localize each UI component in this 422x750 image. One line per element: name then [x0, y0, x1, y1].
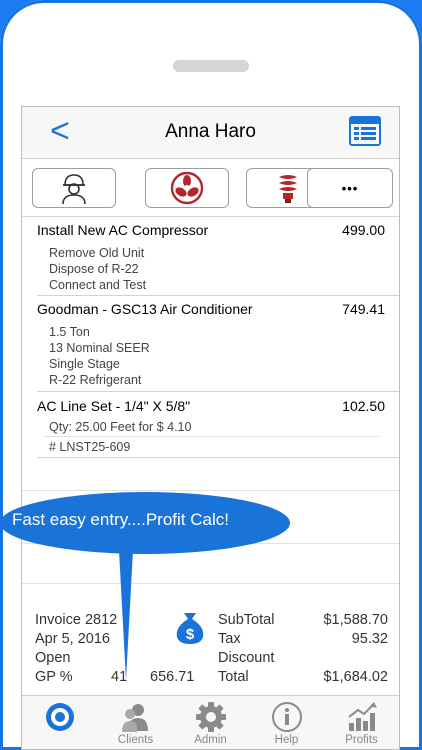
gp-label: GP %: [35, 669, 73, 685]
item-price: 499.00: [342, 222, 385, 238]
equipment-button[interactable]: [145, 168, 229, 208]
total-value: $1,684.02: [323, 669, 388, 685]
item-detail: Dispose of R-22: [49, 262, 139, 276]
labor-button[interactable]: [32, 168, 116, 208]
info-icon: [272, 702, 302, 732]
item-price: 102.50: [342, 398, 385, 414]
item-detail: Connect and Test: [49, 278, 147, 292]
speaker-grille: [173, 60, 249, 72]
fan-icon: [170, 171, 204, 205]
line-item[interactable]: Goodman - GSC13 Air Conditioner 749.41 1…: [22, 295, 399, 391]
callout-pointer: [118, 532, 134, 680]
item-name: Goodman - GSC13 Air Conditioner: [37, 301, 253, 317]
invoice-status: Open: [35, 650, 71, 666]
navigation-bar: < Anna Haro: [22, 107, 399, 159]
item-quantity: Qty: 25.00 Feet for $ 4.10: [49, 420, 192, 434]
more-button[interactable]: •••: [307, 168, 393, 208]
item-detail: 1.5 Ton: [49, 325, 90, 339]
line-item[interactable]: AC Line Set - 1/4" X 5/8" 102.50 Qty: 25…: [22, 391, 399, 457]
invoice-summary: Invoice 2812 Apr 5, 2016 Open GP % 41 65…: [22, 609, 399, 695]
divider: [44, 436, 379, 437]
tab-label: Help: [274, 734, 299, 746]
gp-amount: 656.71: [150, 669, 195, 685]
tax-value: 95.32: [351, 631, 388, 647]
item-detail: 13 Nominal SEER: [49, 341, 150, 355]
more-icon: •••: [341, 180, 359, 196]
gear-icon: [196, 702, 226, 732]
empty-row-line: [22, 490, 399, 491]
svg-text:$: $: [186, 626, 195, 643]
tab-help[interactable]: Help: [249, 696, 324, 749]
item-detail: Remove Old Unit: [49, 246, 145, 260]
subtotal-label: SubTotal: [218, 612, 275, 628]
tab-label: Profits: [345, 734, 378, 746]
total-label: Total: [218, 669, 249, 685]
clients-icon: [122, 704, 148, 732]
item-price: 749.41: [342, 301, 385, 317]
item-detail: Single Stage: [49, 357, 120, 371]
target-icon: [46, 703, 74, 731]
tax-label: Tax: [218, 631, 241, 647]
item-part-number: # LNST25-609: [49, 440, 131, 454]
page-title: Anna Haro: [165, 121, 256, 142]
tab-admin[interactable]: Admin: [173, 696, 248, 749]
item-name: Install New AC Compressor: [37, 222, 209, 238]
category-toolbar: •••: [22, 159, 399, 217]
tab-profits[interactable]: Profits: [324, 696, 399, 749]
discount-label: Discount: [218, 650, 275, 666]
empty-row-line: [22, 583, 399, 584]
list-view-icon[interactable]: [349, 116, 381, 146]
tab-home[interactable]: [22, 696, 97, 749]
app-screen: < Anna Haro ••• Install New AC Compresso…: [21, 106, 400, 750]
tab-clients[interactable]: Clients: [98, 696, 173, 749]
tab-bar: Clients Admin Help Profits: [22, 695, 399, 749]
item-name: AC Line Set - 1/4" X 5/8": [37, 398, 191, 414]
tab-label: Clients: [117, 734, 154, 746]
chart-icon: [348, 702, 377, 731]
divider: [37, 457, 399, 458]
money-bag-icon[interactable]: $: [173, 609, 207, 645]
invoice-date: Apr 5, 2016: [35, 631, 110, 647]
subtotal-value: $1,588.70: [323, 612, 388, 628]
technician-icon: [62, 174, 86, 205]
device-frame: < Anna Haro ••• Install New AC Compresso…: [0, 0, 422, 750]
callout-text: Fast easy entry....Profit Calc!: [12, 510, 229, 529]
light-bulb-icon: [279, 175, 297, 203]
line-item[interactable]: Install New AC Compressor 499.00 Remove …: [22, 217, 399, 295]
tab-label: Admin: [194, 734, 227, 746]
invoice-number: Invoice 2812: [35, 612, 118, 628]
item-detail: R-22 Refrigerant: [49, 373, 142, 387]
